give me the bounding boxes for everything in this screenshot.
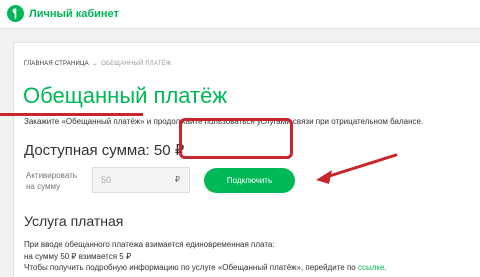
arrow-annotation [316,153,398,184]
